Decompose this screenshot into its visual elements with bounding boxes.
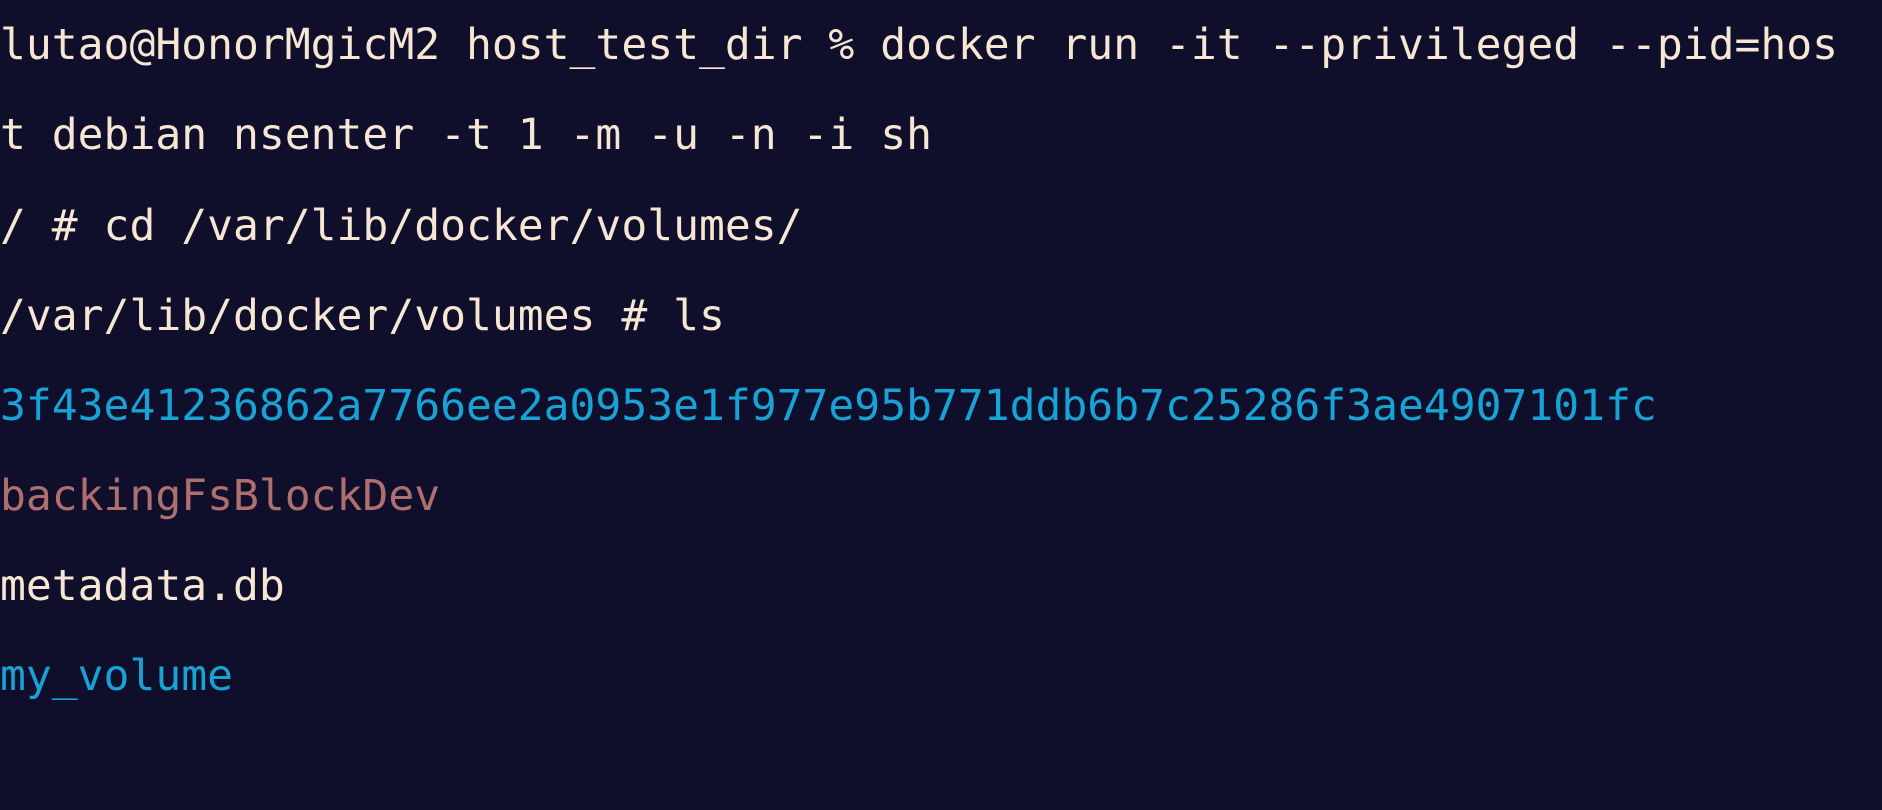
command-line-continuation: t debian nsenter -t 1 -m -u -n -i sh [0, 110, 932, 160]
command-line-ls: /var/lib/docker/volumes # ls [0, 291, 725, 341]
ls-output-volume-hash: 3f43e41236862a7766ee2a0953e1f977e95b771d… [0, 381, 1657, 431]
ls-output-backing-fs-block-dev: backingFsBlockDev [0, 471, 441, 521]
command-line-cd: / # cd /var/lib/docker/volumes/ [0, 201, 803, 251]
command-line-docker-run: lutao@HonorMgicM2 host_test_dir % docker… [0, 20, 1839, 70]
terminal-window[interactable]: lutao@HonorMgicM2 host_test_dir % docker… [0, 0, 1882, 708]
ls-output-metadata-db: metadata.db [0, 561, 285, 611]
